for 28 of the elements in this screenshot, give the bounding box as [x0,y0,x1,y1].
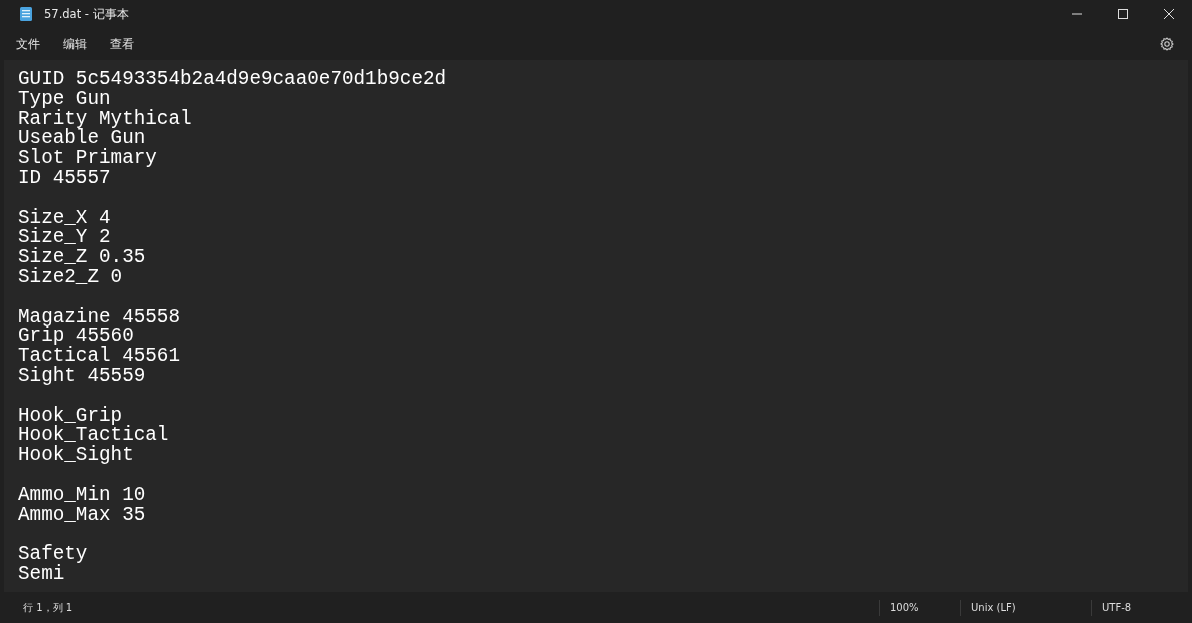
menu-item[interactable]: 查看 [100,32,144,56]
text-line: Ammo_Max 35 [18,505,147,526]
text-line: Magazine 45558 [18,307,181,328]
text-line: Semi [18,564,65,585]
window-title: 57.dat - 记事本 [44,6,129,22]
text-line: Hook_Grip [18,406,123,427]
notepad-icon [20,7,32,21]
zoom-level: 100% [879,599,960,616]
text-line: Size2_Z 0 [18,267,124,288]
text-line: GUID 5c5493354b2a4d9e9caa0e70d1b9ce2d [18,70,448,90]
text-line: Size_Z 0.35 [18,248,147,268]
text-line: Slot Primary [18,149,158,169]
text-line: Ammo_Min 10 [18,485,147,506]
text-line: Tactical 45561 [18,347,181,367]
settings-icon[interactable] [1160,37,1174,51]
menu-item[interactable]: 文件 [6,32,50,56]
text-line: Sight 45559 [18,366,147,387]
text-line: ID 45557 [18,169,112,189]
close-icon [1164,9,1174,19]
maximize-icon [1118,9,1128,19]
menu-item[interactable]: 编辑 [53,32,97,56]
text-line: Hook_Sight [18,446,135,466]
line-ending: Unix (LF) [960,599,1091,616]
text-line: Safety [18,545,89,565]
encoding: UTF-8 [1091,599,1192,616]
cursor-position: 行 1，列 1 [22,600,73,615]
text-line: Rarity Mythical [18,109,193,130]
text-line: Type Gun [18,89,111,110]
